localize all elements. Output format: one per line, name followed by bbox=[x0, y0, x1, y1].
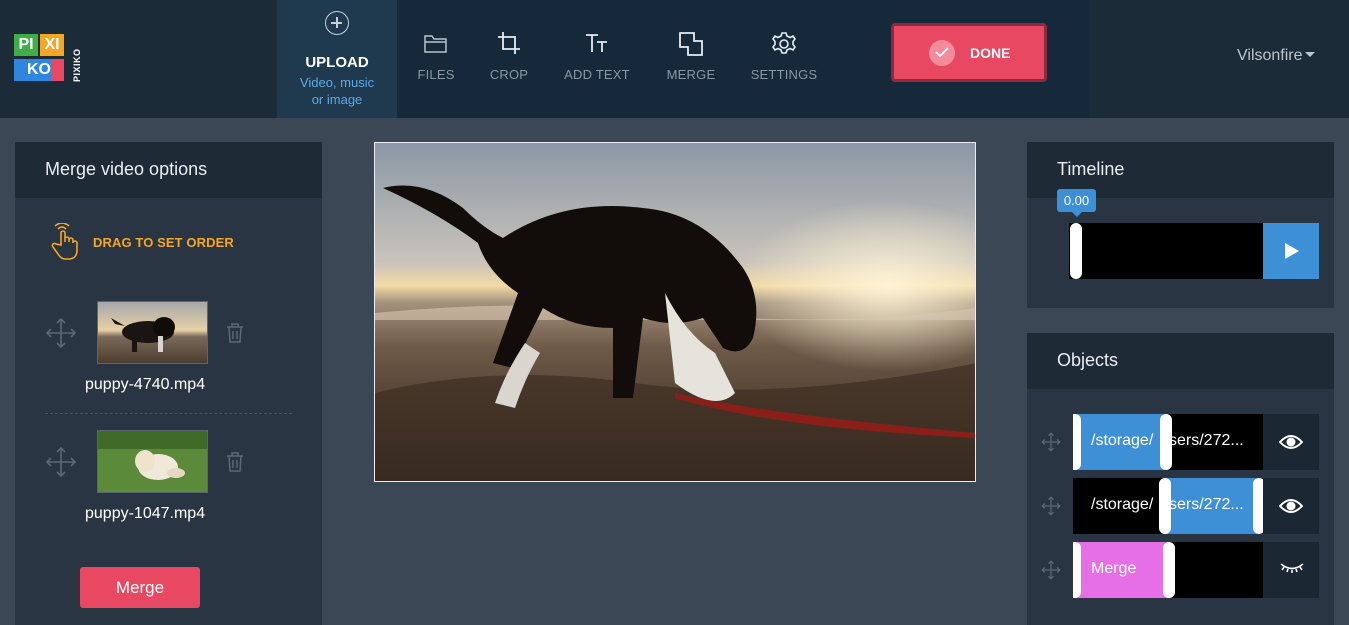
segment-start-handle[interactable] bbox=[1159, 478, 1171, 534]
upload-title: UPLOAD bbox=[305, 54, 369, 71]
pixiko-logo[interactable]: PI XI KO PIXIKO bbox=[14, 32, 90, 84]
video-thumbnail bbox=[97, 301, 208, 364]
eye-icon bbox=[1279, 499, 1303, 513]
move-arrows-icon[interactable] bbox=[1041, 560, 1061, 580]
nav-settings-label: SETTINGS bbox=[750, 67, 818, 82]
object-track[interactable]: Merge bbox=[1073, 542, 1263, 598]
object-track[interactable]: /storage/ sers/272... bbox=[1073, 478, 1263, 534]
video-preview[interactable] bbox=[374, 142, 976, 482]
nav-settings[interactable]: SETTINGS bbox=[748, 0, 820, 118]
text-icon bbox=[586, 34, 607, 52]
drag-hint: DRAG TO SET ORDER bbox=[48, 222, 234, 268]
object-track[interactable]: /storage/ sers/272... bbox=[1073, 414, 1263, 470]
upload-subtitle-line2: or image bbox=[311, 92, 363, 107]
logo-tile-accent bbox=[51, 59, 64, 81]
merge-list-item[interactable]: puppy-4740.mp4 bbox=[15, 301, 322, 411]
timeline-value-badge: 0.00 bbox=[1057, 189, 1096, 217]
logo-tile-xi: XI bbox=[40, 34, 64, 56]
nav-files[interactable]: FILES bbox=[412, 0, 460, 118]
nav-add-text[interactable]: ADD TEXT bbox=[560, 0, 634, 118]
user-name: Vilsonfire bbox=[1237, 47, 1303, 64]
segment-end-handle[interactable] bbox=[1163, 542, 1175, 598]
upload-button[interactable]: UPLOAD Video, music or image bbox=[277, 0, 397, 118]
visibility-toggle[interactable] bbox=[1263, 478, 1319, 534]
objects-title: Objects bbox=[1027, 333, 1334, 389]
nav-merge[interactable]: MERGE bbox=[662, 0, 720, 118]
segment-end-handle[interactable] bbox=[1160, 414, 1172, 470]
gear-icon bbox=[772, 32, 796, 54]
objects-panel: Objects /storage/ sers/272... /storage/ … bbox=[1027, 333, 1334, 625]
object-label: Merge bbox=[1091, 560, 1137, 577]
merge-list-item[interactable]: puppy-1047.mp4 bbox=[15, 430, 322, 540]
object-row[interactable]: Merge bbox=[1027, 542, 1334, 598]
drag-hint-text: DRAG TO SET ORDER bbox=[93, 235, 234, 250]
timeline-track[interactable] bbox=[1069, 223, 1263, 279]
video-filename: puppy-1047.mp4 bbox=[85, 505, 206, 522]
move-arrows-icon[interactable] bbox=[45, 317, 77, 349]
move-arrows-icon[interactable] bbox=[45, 446, 77, 478]
hand-pointer-icon bbox=[51, 222, 78, 260]
nav-crop-label: CROP bbox=[489, 67, 529, 82]
object-path-end: sers/272... bbox=[1169, 432, 1244, 449]
play-button[interactable] bbox=[1263, 223, 1319, 279]
logo-wordmark: PIXIKO bbox=[72, 48, 82, 82]
object-path-end: sers/272... bbox=[1169, 496, 1244, 513]
timeline-handle[interactable] bbox=[1070, 223, 1082, 279]
eye-closed-icon bbox=[1280, 563, 1304, 573]
segment-start-handle[interactable] bbox=[1073, 542, 1081, 598]
move-arrows-icon[interactable] bbox=[1041, 496, 1061, 516]
trash-icon[interactable] bbox=[225, 322, 245, 344]
video-thumbnail bbox=[97, 430, 208, 493]
done-button[interactable]: DONE bbox=[891, 23, 1047, 82]
eye-icon bbox=[1279, 435, 1303, 449]
item-divider bbox=[45, 413, 292, 414]
merge-options-title: Merge video options bbox=[15, 142, 322, 198]
merge-button[interactable]: Merge bbox=[80, 567, 200, 608]
upload-subtitle-line1: Video, music bbox=[299, 75, 375, 90]
visibility-toggle[interactable] bbox=[1263, 542, 1319, 598]
check-icon bbox=[929, 40, 955, 66]
object-path-start: /storage/ bbox=[1091, 496, 1154, 513]
upload-subtitle: Video, music or image bbox=[277, 74, 397, 108]
trash-icon[interactable] bbox=[225, 451, 245, 473]
user-menu[interactable]: Vilsonfire bbox=[1237, 47, 1315, 65]
play-icon bbox=[1285, 243, 1299, 259]
visibility-toggle[interactable] bbox=[1263, 414, 1319, 470]
caret-down-icon bbox=[1304, 51, 1315, 57]
merge-options-panel: Merge video options DRAG TO SET ORDER pu… bbox=[15, 142, 322, 625]
move-arrows-icon[interactable] bbox=[1041, 432, 1061, 452]
plus-circle-icon bbox=[325, 11, 349, 35]
nav-add-text-label: ADD TEXT bbox=[564, 67, 630, 82]
nav-merge-label: MERGE bbox=[666, 67, 716, 82]
merge-icon bbox=[679, 32, 703, 56]
segment-end-handle[interactable] bbox=[1253, 478, 1263, 534]
object-row[interactable]: /storage/ sers/272... bbox=[1027, 414, 1334, 470]
object-path-start: /storage/ bbox=[1091, 432, 1154, 449]
done-label: DONE bbox=[970, 45, 1011, 61]
timeline-panel: Timeline 0.00 bbox=[1027, 142, 1334, 308]
logo-tile-pi: PI bbox=[14, 34, 38, 56]
video-filename: puppy-4740.mp4 bbox=[85, 376, 206, 393]
nav-crop[interactable]: CROP bbox=[485, 0, 533, 118]
object-row[interactable]: /storage/ sers/272... bbox=[1027, 478, 1334, 534]
crop-icon bbox=[498, 32, 520, 54]
segment-start-handle[interactable] bbox=[1073, 414, 1081, 470]
nav-files-label: FILES bbox=[417, 67, 455, 82]
folder-icon bbox=[424, 35, 447, 53]
